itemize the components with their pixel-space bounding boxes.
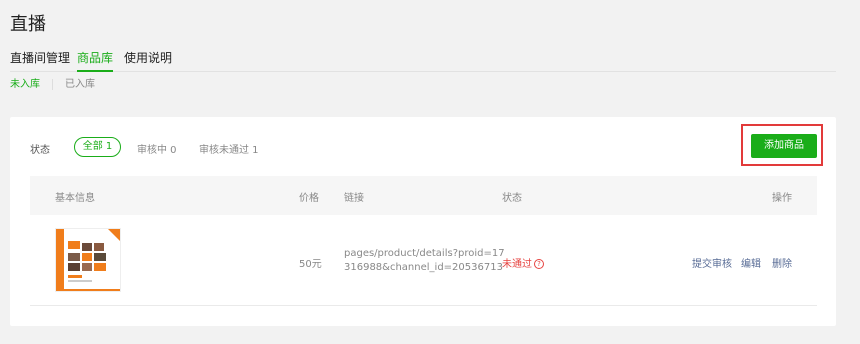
filter-all-pill[interactable]: 全部 1	[74, 137, 121, 157]
question-circle-icon[interactable]: ?	[534, 259, 544, 269]
sub-tab-not-stored[interactable]: 未入库	[10, 78, 40, 92]
col-header-link: 链接	[344, 193, 364, 204]
main-tabs: 直播间管理 商品库 使用说明	[10, 48, 836, 72]
product-link-line1: pages/product/details?proid=17	[344, 248, 505, 259]
filter-label: 状态	[30, 145, 50, 156]
product-image	[56, 229, 120, 291]
product-price: 50元	[299, 259, 322, 270]
tab-product-library[interactable]: 商品库	[77, 48, 114, 72]
tab-instructions[interactable]: 使用说明	[124, 48, 172, 72]
submit-review-link[interactable]: 提交审核	[692, 255, 732, 270]
product-card: 状态 全部 1 审核中 0 审核未通过 1 添加商品 基本信息 价格 链接 状态…	[10, 117, 836, 326]
sub-tabs: 未入库 已入库	[10, 78, 95, 92]
table-row: 50元 pages/product/details?proid=17 31698…	[30, 215, 817, 306]
add-product-button[interactable]: 添加商品	[751, 134, 817, 158]
product-link: pages/product/details?proid=17 316988&ch…	[344, 247, 505, 275]
col-header-price: 价格	[299, 193, 319, 204]
col-header-actions: 操作	[772, 193, 792, 204]
edit-link[interactable]: 编辑	[741, 255, 761, 270]
filter-reviewing[interactable]: 审核中 0	[137, 141, 177, 156]
product-link-line2: 316988&channel_id=20536713	[344, 262, 503, 273]
status-text: 未通过	[502, 259, 532, 270]
product-thumbnail[interactable]	[55, 228, 121, 292]
filter-review-rejected[interactable]: 审核未通过 1	[199, 141, 259, 156]
sub-tab-divider	[52, 78, 53, 90]
status-badge: 未通过?	[502, 255, 544, 270]
delete-link[interactable]: 删除	[772, 255, 792, 270]
col-header-status: 状态	[502, 193, 522, 204]
page-title: 直播	[10, 14, 46, 35]
table-header: 基本信息 价格 链接 状态 操作	[30, 176, 817, 215]
sub-tab-stored[interactable]: 已入库	[65, 78, 95, 92]
col-header-info: 基本信息	[55, 193, 95, 204]
tab-live-room-management[interactable]: 直播间管理	[10, 48, 70, 72]
